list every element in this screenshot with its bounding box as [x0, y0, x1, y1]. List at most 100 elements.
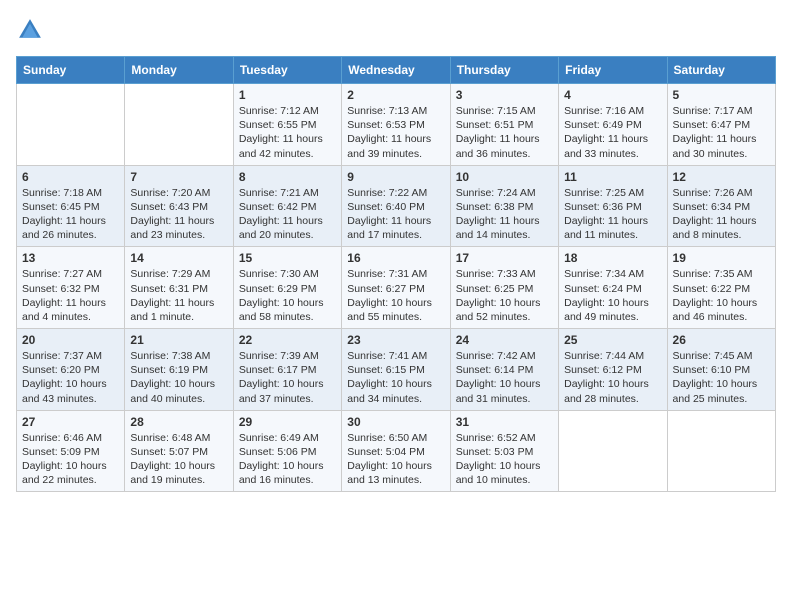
cell-content: Sunrise: 7:39 AMSunset: 6:17 PMDaylight:…	[239, 349, 336, 406]
calendar-cell	[559, 410, 667, 492]
calendar-cell: 3 Sunrise: 7:15 AMSunset: 6:51 PMDaylight…	[450, 84, 558, 166]
calendar-cell: 26Sunrise: 7:45 AMSunset: 6:10 PMDayligh…	[667, 329, 775, 411]
day-number: 27	[22, 415, 119, 429]
sunset-text: Sunset: 6:43 PM	[130, 201, 208, 213]
cell-content: Sunrise: 7:20 AMSunset: 6:43 PMDaylight:…	[130, 186, 227, 243]
cell-content: Sunrise: 7:31 AMSunset: 6:27 PMDaylight:…	[347, 267, 444, 324]
day-number: 24	[456, 333, 553, 347]
cell-content: Sunrise: 7:27 AMSunset: 6:32 PMDaylight:…	[22, 267, 119, 324]
cell-content: Sunrise: 7:16 AMSunset: 6:49 PMDaylight:…	[564, 104, 661, 161]
daylight-text: Daylight: 10 hours and 31 minutes.	[456, 378, 541, 404]
day-number: 8	[239, 170, 336, 184]
sunset-text: Sunset: 6:55 PM	[239, 119, 317, 131]
cell-content: Sunrise: 7:25 AMSunset: 6:36 PMDaylight:…	[564, 186, 661, 243]
day-number: 29	[239, 415, 336, 429]
sunrise-text: Sunrise: 7:30 AM	[239, 268, 319, 280]
daylight-text: Daylight: 10 hours and 10 minutes.	[456, 460, 541, 486]
day-number: 11	[564, 170, 661, 184]
sunset-text: Sunset: 6:45 PM	[22, 201, 100, 213]
calendar-cell: 4 Sunrise: 7:16 AMSunset: 6:49 PMDaylight…	[559, 84, 667, 166]
daylight-text: Daylight: 10 hours and 40 minutes.	[130, 378, 215, 404]
sunset-text: Sunset: 6:20 PM	[22, 364, 100, 376]
cell-content: Sunrise: 7:21 AMSunset: 6:42 PMDaylight:…	[239, 186, 336, 243]
sunset-text: Sunset: 5:07 PM	[130, 446, 208, 458]
day-number: 25	[564, 333, 661, 347]
calendar-cell: 25Sunrise: 7:44 AMSunset: 6:12 PMDayligh…	[559, 329, 667, 411]
cell-content: Sunrise: 7:12 AM Sunset: 6:55 PM Daylight:…	[239, 104, 336, 161]
day-number: 3	[456, 88, 553, 102]
cell-content: Sunrise: 6:49 AM Sunset: 5:06 PM Daylight:…	[239, 431, 336, 488]
sunset-text: Sunset: 5:06 PM	[239, 446, 317, 458]
calendar-cell: 27Sunrise: 6:46 AMSunset: 5:09 PMDayligh…	[17, 410, 125, 492]
cell-content: Sunrise: 7:15 AMSunset: 6:51 PMDaylight:…	[456, 104, 553, 161]
sunrise-text: Sunrise: 7:27 AM	[22, 268, 102, 280]
weekday-header: Wednesday	[342, 57, 450, 84]
sunset-text: Sunset: 6:19 PM	[130, 364, 208, 376]
sunset-text: Sunset: 6:14 PM	[456, 364, 534, 376]
daylight-text: Daylight: 11 hours and 14 minutes.	[456, 215, 540, 241]
calendar-cell: 13Sunrise: 7:27 AMSunset: 6:32 PMDayligh…	[17, 247, 125, 329]
calendar-week-row: 6Sunrise: 7:18 AMSunset: 6:45 PMDaylight…	[17, 165, 776, 247]
day-number: 7	[130, 170, 227, 184]
cell-content: Sunrise: 7:29 AMSunset: 6:31 PMDaylight:…	[130, 267, 227, 324]
calendar-cell: 10Sunrise: 7:24 AMSunset: 6:38 PMDayligh…	[450, 165, 558, 247]
sunset-text: Sunset: 5:03 PM	[456, 446, 534, 458]
daylight-text: Daylight: 11 hours and 11 minutes.	[564, 215, 648, 241]
sunrise-text: Sunrise: 7:12 AM	[239, 105, 319, 117]
daylight-text: Daylight: 11 hours and 1 minute.	[130, 297, 214, 323]
calendar-cell: 17Sunrise: 7:33 AMSunset: 6:25 PMDayligh…	[450, 247, 558, 329]
calendar-cell	[667, 410, 775, 492]
daylight-text: Daylight: 11 hours and 4 minutes.	[22, 297, 106, 323]
sunset-text: Sunset: 6:10 PM	[673, 364, 751, 376]
sunset-text: Sunset: 6:25 PM	[456, 283, 534, 295]
day-number: 21	[130, 333, 227, 347]
daylight-text: Daylight: 10 hours and 46 minutes.	[673, 297, 758, 323]
cell-content: Sunrise: 7:13 AMSunset: 6:53 PMDaylight:…	[347, 104, 444, 161]
weekday-header: Saturday	[667, 57, 775, 84]
daylight-text: Daylight: 11 hours and 8 minutes.	[673, 215, 757, 241]
sunrise-text: Sunrise: 6:52 AM	[456, 432, 536, 444]
day-number: 30	[347, 415, 444, 429]
weekday-header: Friday	[559, 57, 667, 84]
daylight-text: Daylight: 10 hours and 16 minutes.	[239, 460, 324, 486]
daylight-text: Daylight: 11 hours and 17 minutes.	[347, 215, 431, 241]
daylight-text: Daylight: 10 hours and 49 minutes.	[564, 297, 649, 323]
calendar-table: SundayMondayTuesdayWednesdayThursdayFrid…	[16, 56, 776, 492]
sunset-text: Sunset: 6:51 PM	[456, 119, 534, 131]
logo-icon	[16, 16, 44, 44]
daylight-text: Daylight: 11 hours and 26 minutes.	[22, 215, 106, 241]
calendar-cell: 28Sunrise: 6:48 AMSunset: 5:07 PMDayligh…	[125, 410, 233, 492]
daylight-text: Daylight: 10 hours and 34 minutes.	[347, 378, 432, 404]
calendar-cell	[125, 84, 233, 166]
day-number: 4	[564, 88, 661, 102]
daylight-text: Daylight: 11 hours and 42 minutes.	[239, 133, 323, 159]
calendar-cell: 29 Sunrise: 6:49 AM Sunset: 5:06 PM Dayligh…	[233, 410, 341, 492]
cell-content: Sunrise: 7:30 AMSunset: 6:29 PMDaylight:…	[239, 267, 336, 324]
day-number: 19	[673, 251, 770, 265]
daylight-text: Daylight: 10 hours and 43 minutes.	[22, 378, 107, 404]
sunrise-text: Sunrise: 7:42 AM	[456, 350, 536, 362]
cell-content: Sunrise: 7:45 AMSunset: 6:10 PMDaylight:…	[673, 349, 770, 406]
day-number: 9	[347, 170, 444, 184]
cell-content: Sunrise: 7:18 AM Sunset: 6:45 PM Daylight:…	[22, 186, 119, 243]
sunrise-text: Sunrise: 7:35 AM	[673, 268, 753, 280]
calendar-cell: 19 Sunrise: 7:35 AM Sunset: 6:22 PM Dayligh…	[667, 247, 775, 329]
sunrise-text: Sunrise: 7:29 AM	[130, 268, 210, 280]
day-number: 18	[564, 251, 661, 265]
day-number: 12	[673, 170, 770, 184]
sunset-text: Sunset: 6:22 PM	[673, 283, 751, 295]
sunrise-text: Sunrise: 7:18 AM	[22, 187, 102, 199]
daylight-text: Daylight: 11 hours and 30 minutes.	[673, 133, 757, 159]
daylight-text: Daylight: 10 hours and 13 minutes.	[347, 460, 432, 486]
daylight-text: Daylight: 10 hours and 28 minutes.	[564, 378, 649, 404]
sunrise-text: Sunrise: 7:17 AM	[673, 105, 753, 117]
sunset-text: Sunset: 6:38 PM	[456, 201, 534, 213]
day-number: 20	[22, 333, 119, 347]
sunrise-text: Sunrise: 7:44 AM	[564, 350, 644, 362]
cell-content: Sunrise: 7:34 AMSunset: 6:24 PMDaylight:…	[564, 267, 661, 324]
calendar-cell	[17, 84, 125, 166]
sunset-text: Sunset: 6:24 PM	[564, 283, 642, 295]
cell-content: Sunrise: 7:35 AM Sunset: 6:22 PM Daylight:…	[673, 267, 770, 324]
calendar-cell: 6Sunrise: 7:18 AMSunset: 6:45 PMDaylight…	[17, 165, 125, 247]
sunrise-text: Sunrise: 6:49 AM	[239, 432, 319, 444]
